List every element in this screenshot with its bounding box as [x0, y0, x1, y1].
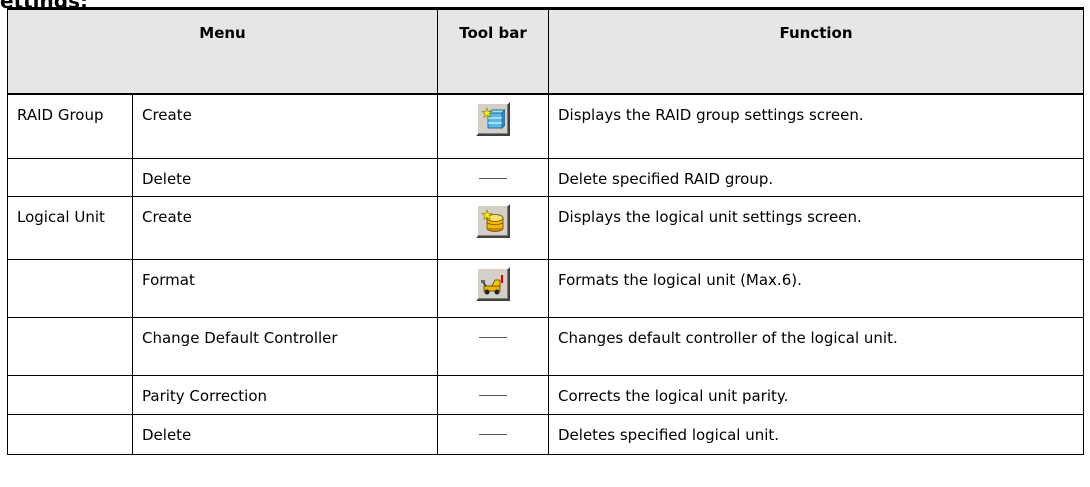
menu-item-cell: Delete	[132, 414, 438, 455]
no-toolbar-dash	[479, 395, 507, 396]
menu-item-cell: Change Default Controller	[132, 317, 438, 376]
menu-item-cell: Format	[132, 259, 438, 318]
table-row: RAID Group Create Displays the RAID grou…	[7, 93, 1084, 159]
table-row: Delete Delete specified RAID group.	[7, 158, 1084, 197]
logical-unit-create-icon	[481, 209, 504, 232]
function-cell: Displays the logical unit settings scree…	[548, 196, 1084, 260]
menu-column-header: Menu	[7, 7, 438, 95]
menu-group-cell	[7, 414, 133, 455]
function-cell: Changes default controller of the logica…	[548, 317, 1084, 376]
menu-item-cell: Parity Correction	[132, 375, 438, 415]
menu-item-cell: Create	[132, 196, 438, 260]
toolbar-cell	[437, 414, 549, 455]
function-cell: Deletes specified logical unit.	[548, 414, 1084, 455]
logical-unit-create-button[interactable]	[476, 204, 510, 238]
format-button[interactable]	[476, 267, 510, 301]
menu-group-cell: Logical Unit	[7, 196, 133, 260]
raid-group-create-icon	[481, 106, 505, 129]
menu-function-table: Menu Tool bar Function RAID Group Create	[7, 7, 1084, 455]
toolbar-cell	[437, 196, 549, 260]
menu-group-cell	[7, 317, 133, 376]
menu-group-cell	[7, 259, 133, 318]
table-row: Parity Correction Corrects the logical u…	[7, 375, 1084, 415]
menu-item-cell: Delete	[132, 158, 438, 197]
table-header-row: Menu Tool bar Function	[7, 7, 1084, 95]
menu-group-cell	[7, 375, 133, 415]
toolbar-column-header: Tool bar	[437, 7, 549, 95]
table-row: Format Formats the logical unit (Max.6).	[7, 259, 1084, 318]
toolbar-cell	[437, 158, 549, 197]
menu-item-cell: Create	[132, 93, 438, 159]
no-toolbar-dash	[479, 178, 507, 179]
function-cell: Displays the RAID group settings screen.	[548, 93, 1084, 159]
raid-group-create-button[interactable]	[476, 101, 510, 136]
toolbar-cell	[437, 375, 549, 415]
format-icon	[481, 275, 503, 295]
function-cell: Delete specified RAID group.	[548, 158, 1084, 197]
no-toolbar-dash	[479, 434, 507, 435]
table-row: Delete Deletes specified logical unit.	[7, 414, 1084, 455]
menu-group-cell	[7, 158, 133, 197]
function-cell: Formats the logical unit (Max.6).	[548, 259, 1084, 318]
toolbar-cell	[437, 259, 549, 318]
menu-group-cell: RAID Group	[7, 93, 133, 159]
function-cell: Corrects the logical unit parity.	[548, 375, 1084, 415]
function-column-header: Function	[548, 7, 1084, 95]
no-toolbar-dash	[479, 337, 507, 338]
table-row: Change Default Controller Changes defaul…	[7, 317, 1084, 376]
toolbar-cell	[437, 317, 549, 376]
table-row: Logical Unit Create Displays the logical…	[7, 196, 1084, 260]
toolbar-cell	[437, 93, 549, 159]
